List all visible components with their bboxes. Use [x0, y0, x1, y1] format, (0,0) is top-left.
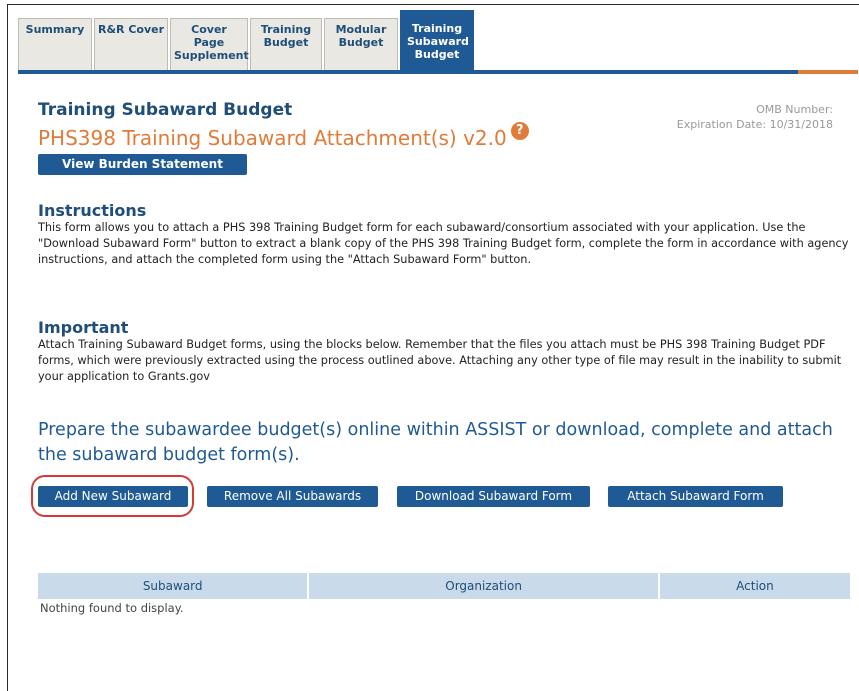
attach-subaward-form-button[interactable]: Attach Subaward Form [608, 486, 783, 507]
expiration-date: Expiration Date: 10/31/2018 [676, 118, 833, 131]
empty-table-message: Nothing found to display. [40, 601, 184, 615]
omb-info: OMB Number: Expiration Date: 10/31/2018 [677, 102, 833, 132]
column-action: Action [658, 573, 850, 599]
instructions-text: This form allows you to attach a PHS 398… [38, 221, 849, 266]
tab-underline [18, 70, 858, 74]
important-heading: Important [38, 318, 129, 337]
tab-training-subaward-budget[interactable]: Training Subaward Budget [400, 10, 474, 72]
tab-rr-cover[interactable]: R&R Cover [94, 18, 168, 71]
add-new-subaward-button[interactable]: Add New Subaward [38, 486, 188, 507]
tab-modular-budget[interactable]: Modular Budget [324, 18, 398, 71]
remove-all-subawards-button[interactable]: Remove All Subawards [207, 486, 378, 507]
omb-number: OMB Number: [756, 103, 833, 116]
tab-summary[interactable]: Summary [18, 18, 92, 71]
download-subaward-form-button[interactable]: Download Subaward Form [397, 486, 590, 507]
table-header-row: Subaward Organization Action [38, 573, 850, 599]
tab-cover-page-supplement[interactable]: Cover Page Supplement [170, 18, 249, 71]
column-organization[interactable]: Organization [308, 573, 660, 599]
phs-title-text: PHS398 Training Subaward Attachment(s) v… [38, 126, 507, 150]
important-text: Attach Training Subaward Budget forms, u… [38, 338, 842, 383]
column-subaward[interactable]: Subaward [38, 573, 310, 599]
tab-training-budget[interactable]: Training Budget [250, 18, 322, 71]
subaward-table: Subaward Organization Action [38, 573, 850, 599]
help-icon[interactable]: ? [510, 122, 529, 140]
prepare-instructions: Prepare the subawardee budget(s) online … [38, 420, 833, 465]
phs-title: PHS398 Training Subaward Attachment(s) v… [38, 122, 529, 150]
view-burden-statement-button[interactable]: View Burden Statement [38, 154, 247, 175]
form-title: Training Subaward Budget [38, 100, 293, 120]
instructions-heading: Instructions [38, 201, 147, 220]
tab-underline-accent [798, 70, 858, 74]
